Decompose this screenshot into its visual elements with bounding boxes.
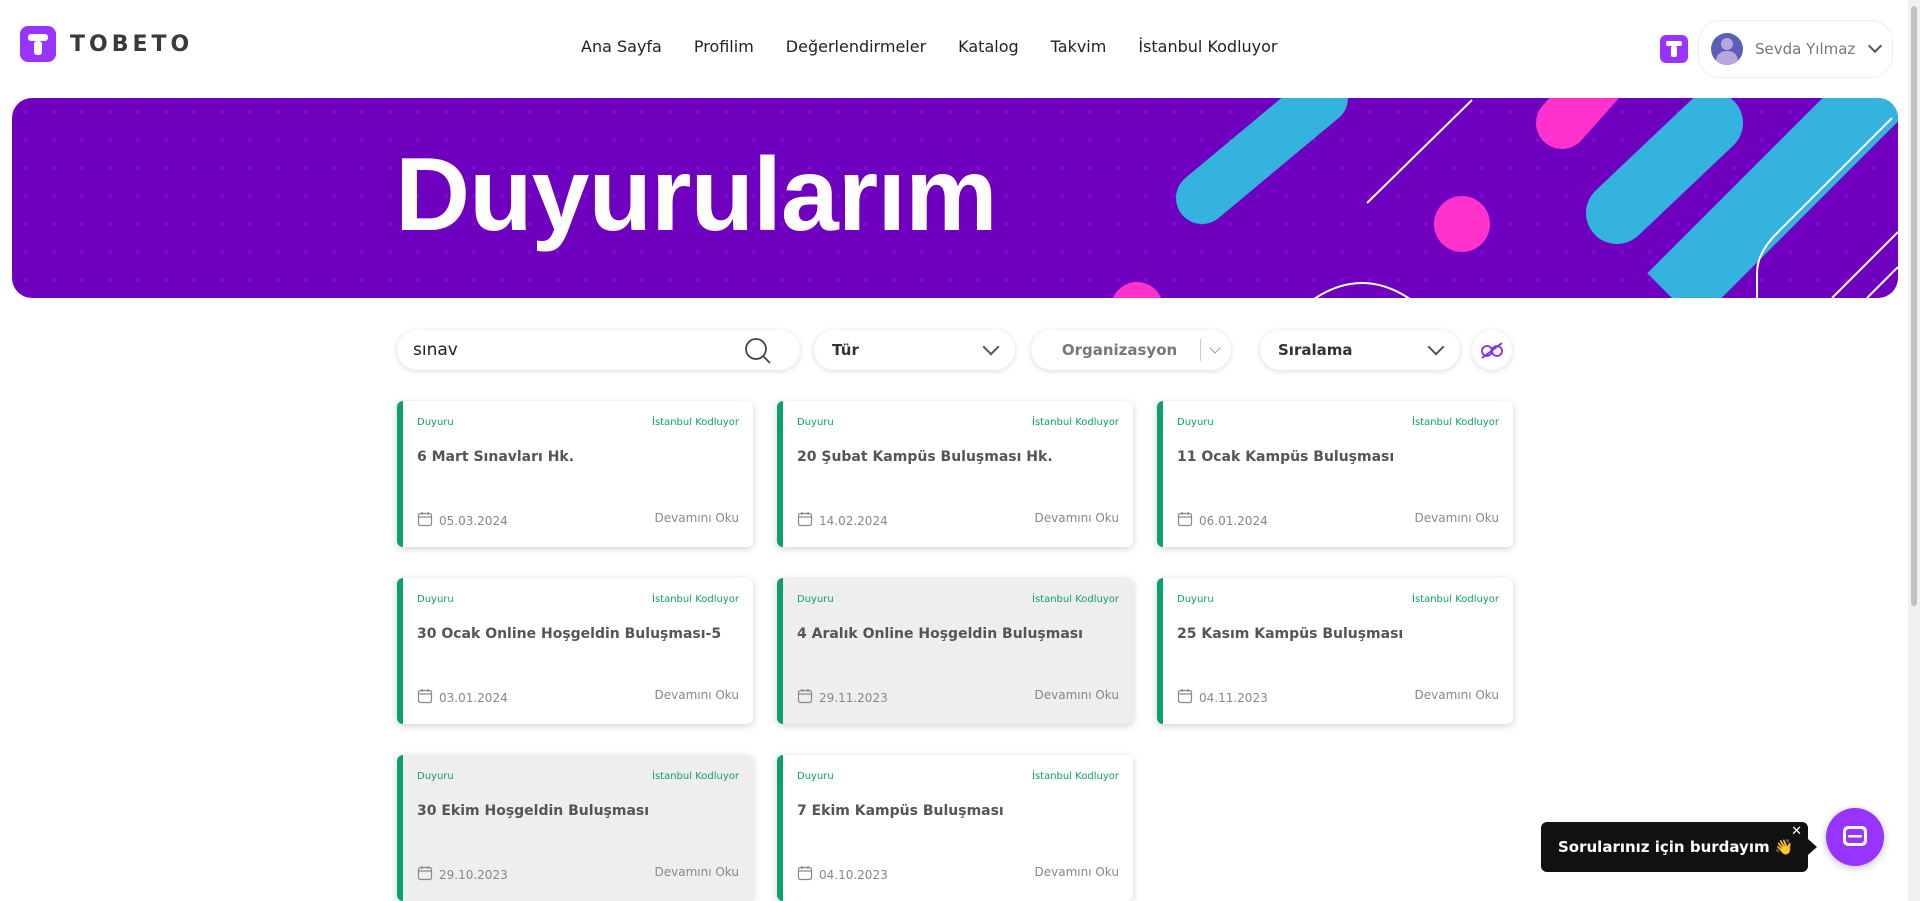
search-icon[interactable] (744, 337, 772, 365)
calendar-icon (1177, 512, 1193, 527)
card-title: 6 Mart Sınavları Hk. (417, 449, 575, 465)
card-title: 30 Ekim Hoşgeldin Buluşması (417, 803, 650, 819)
card-title: 20 Şubat Kampüs Buluşması Hk. (797, 449, 1053, 465)
calendar-icon (797, 512, 813, 527)
organization-select[interactable]: Organizasyon (1031, 330, 1231, 370)
read-more-link[interactable]: Devamını Oku (655, 688, 740, 702)
card-type: Duyuru (417, 771, 454, 782)
card-organization: İstanbul Kodluyor (652, 594, 739, 605)
card-date: 06.01.2024 (1199, 514, 1268, 528)
card-type: Duyuru (797, 417, 834, 428)
card-organization: İstanbul Kodluyor (1412, 417, 1499, 428)
page-scrollbar[interactable] (1908, 0, 1920, 901)
card-date: 05.03.2024 (439, 514, 508, 528)
logo-icon (20, 26, 56, 62)
user-menu[interactable]: Sevda Yılmaz (1698, 20, 1893, 78)
card-type: Duyuru (417, 594, 454, 605)
select-separator (1200, 339, 1201, 361)
read-more-link[interactable]: Devamını Oku (1415, 511, 1500, 525)
avatar-icon (1711, 33, 1743, 65)
card-type: Duyuru (797, 771, 834, 782)
tobeto-logo[interactable]: TOBETO (20, 26, 193, 62)
read-more-link[interactable]: Devamını Oku (1035, 865, 1120, 879)
calendar-icon (417, 689, 433, 704)
chevron-down-icon (1867, 38, 1883, 54)
chevron-down-icon (1427, 338, 1445, 355)
nav-right: Sevda Yılmaz (1660, 20, 1893, 78)
scrollbar-thumb[interactable] (1911, 6, 1917, 606)
card-organization: İstanbul Kodluyor (652, 417, 739, 428)
page-banner: Duyurularım (12, 98, 1898, 298)
type-select-label: Tür (832, 341, 859, 359)
card-type: Duyuru (417, 417, 454, 428)
nav-link-profilim[interactable]: Profilim (694, 37, 754, 56)
tobeto-mini-icon[interactable] (1660, 35, 1688, 63)
search-box (397, 330, 800, 370)
sort-select[interactable]: Sıralama (1260, 330, 1460, 370)
organization-select-label: Organizasyon (1061, 341, 1178, 359)
user-name: Sevda Yılmaz (1755, 40, 1856, 58)
announcement-card[interactable]: Duyuru İstanbul Kodluyor 25 Kasım Kampüs… (1157, 578, 1513, 724)
calendar-icon (417, 512, 433, 527)
calendar-icon (417, 866, 433, 881)
read-more-link[interactable]: Devamını Oku (1415, 688, 1500, 702)
top-navbar: TOBETO Ana Sayfa Profilim Değerlendirmel… (0, 0, 1908, 96)
read-more-link[interactable]: Devamını Oku (655, 865, 740, 879)
read-more-link[interactable]: Devamını Oku (1035, 511, 1120, 525)
close-icon[interactable]: ✕ (1791, 824, 1802, 839)
card-date: 29.11.2023 (819, 691, 888, 705)
main-nav: Ana Sayfa Profilim Değerlendirmeler Kata… (581, 37, 1278, 56)
page-title: Duyurularım (395, 137, 998, 253)
card-title: 11 Ocak Kampüs Buluşması (1177, 449, 1395, 465)
sort-select-label: Sıralama (1278, 341, 1353, 359)
card-organization: İstanbul Kodluyor (1032, 594, 1119, 605)
read-more-link[interactable]: Devamını Oku (655, 511, 740, 525)
calendar-icon (1177, 689, 1193, 704)
chat-icon (1843, 826, 1867, 846)
announcement-card[interactable]: Duyuru İstanbul Kodluyor 7 Ekim Kampüs B… (777, 755, 1133, 901)
card-type: Duyuru (1177, 417, 1214, 428)
chat-tooltip: Sorularınız için burdayım 👋 ✕ (1541, 822, 1808, 872)
card-title: 30 Ocak Online Hoşgeldin Buluşması-5 (417, 626, 722, 642)
nav-link-istanbul-kodluyor[interactable]: İstanbul Kodluyor (1138, 37, 1277, 56)
chevron-down-icon (1209, 341, 1221, 354)
chat-tooltip-text: Sorularınız için burdayım 👋 (1558, 838, 1794, 856)
card-organization: İstanbul Kodluyor (1032, 417, 1119, 428)
filter-off-icon (1481, 342, 1503, 359)
nav-link-degerlendirmeler[interactable]: Değerlendirmeler (786, 37, 926, 56)
announcement-card[interactable]: Duyuru İstanbul Kodluyor 30 Ocak Online … (397, 578, 753, 724)
nav-link-katalog[interactable]: Katalog (958, 37, 1018, 56)
announcement-card[interactable]: Duyuru İstanbul Kodluyor 4 Aralık Online… (777, 578, 1133, 724)
logo-text: TOBETO (70, 31, 194, 57)
card-date: 14.02.2024 (819, 514, 888, 528)
clear-filters-button[interactable] (1472, 330, 1512, 370)
search-input[interactable] (413, 338, 733, 362)
tooltip-arrow (1808, 839, 1817, 855)
calendar-icon (797, 866, 813, 881)
card-date: 03.01.2024 (439, 691, 508, 705)
announcement-card[interactable]: Duyuru İstanbul Kodluyor 20 Şubat Kampüs… (777, 401, 1133, 547)
card-type: Duyuru (797, 594, 834, 605)
card-title: 7 Ekim Kampüs Buluşması (797, 803, 1004, 819)
card-title: 25 Kasım Kampüs Buluşması (1177, 626, 1404, 642)
announcement-card[interactable]: Duyuru İstanbul Kodluyor 11 Ocak Kampüs … (1157, 401, 1513, 547)
type-select[interactable]: Tür (814, 330, 1015, 370)
card-date: 04.10.2023 (819, 868, 888, 882)
read-more-link[interactable]: Devamını Oku (1035, 688, 1120, 702)
chat-button[interactable] (1826, 808, 1884, 866)
calendar-icon (797, 689, 813, 704)
card-organization: İstanbul Kodluyor (652, 771, 739, 782)
card-title: 4 Aralık Online Hoşgeldin Buluşması (797, 626, 1083, 642)
card-type: Duyuru (1177, 594, 1214, 605)
chevron-down-icon (982, 338, 1000, 355)
nav-link-takvim[interactable]: Takvim (1051, 37, 1107, 56)
announcement-card[interactable]: Duyuru İstanbul Kodluyor 30 Ekim Hoşgeld… (397, 755, 753, 901)
nav-link-ana-sayfa[interactable]: Ana Sayfa (581, 37, 662, 56)
card-date: 04.11.2023 (1199, 691, 1268, 705)
card-date: 29.10.2023 (439, 868, 508, 882)
card-organization: İstanbul Kodluyor (1032, 771, 1119, 782)
card-organization: İstanbul Kodluyor (1412, 594, 1499, 605)
announcement-card[interactable]: Duyuru İstanbul Kodluyor 6 Mart Sınavlar… (397, 401, 753, 547)
